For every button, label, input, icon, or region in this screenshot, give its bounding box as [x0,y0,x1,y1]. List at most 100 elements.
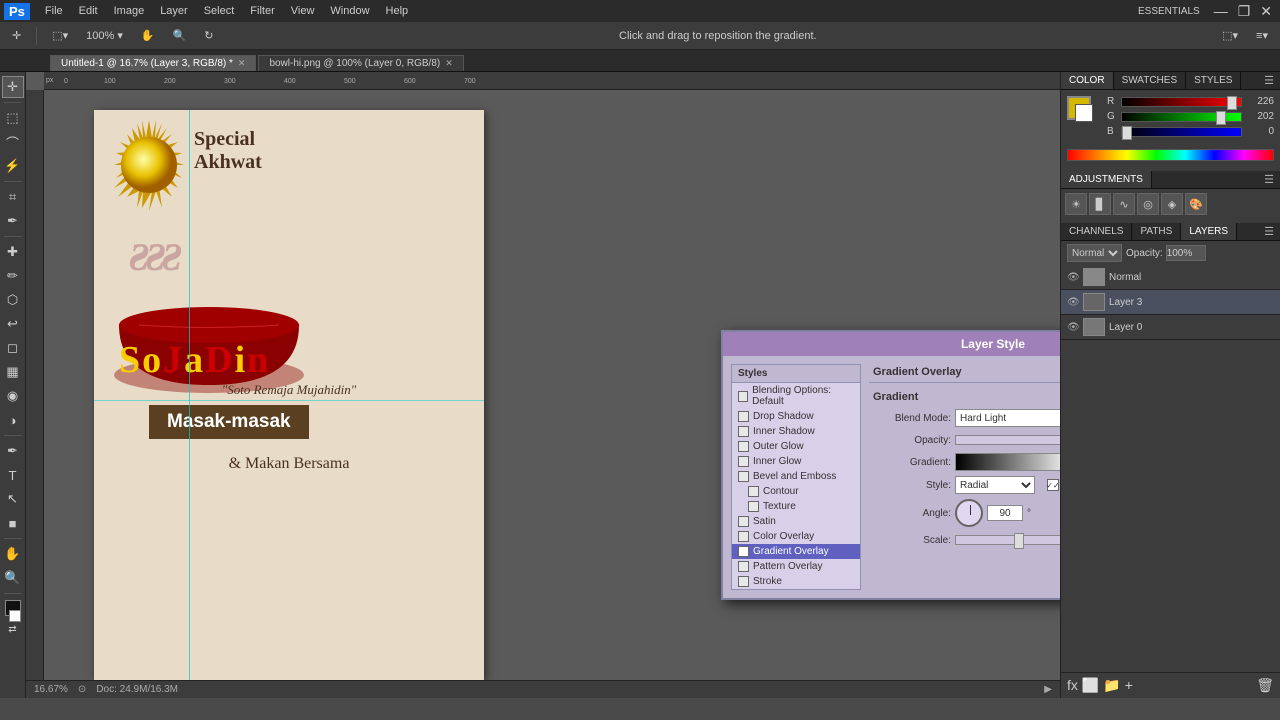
checkbox-inner-glow[interactable] [738,456,749,467]
style-contour[interactable]: Contour [732,484,860,499]
exposure-adj[interactable]: ◎ [1137,193,1159,215]
menu-window[interactable]: Window [323,3,376,19]
checkbox-stroke[interactable] [738,576,749,587]
tab-swatches[interactable]: SWATCHES [1114,72,1187,89]
style-gradient-overlay[interactable]: ✓ Gradient Overlay [732,544,860,559]
menu-image[interactable]: Image [107,3,152,19]
tab-channels[interactable]: CHANNELS [1061,223,1132,240]
create-layer-btn[interactable]: + [1125,677,1133,694]
tab-styles[interactable]: STYLES [1186,72,1241,89]
lasso-tool[interactable]: ⌒ [2,131,24,153]
layers-panel-menu[interactable]: ☰ [1258,223,1280,240]
angle-dial[interactable] [955,499,983,527]
checkbox-blending[interactable] [738,391,748,402]
levels-adj[interactable]: ▊ [1089,193,1111,215]
type-tool[interactable]: T [2,464,24,486]
brightness-adj[interactable]: ☀ [1065,193,1087,215]
adj-panel-menu[interactable]: ☰ [1258,171,1280,188]
menu-help[interactable]: Help [379,3,416,19]
hand-tool[interactable]: ✋ [2,543,24,565]
vibrance-adj[interactable]: ◈ [1161,193,1183,215]
r-slider[interactable] [1121,97,1242,107]
eraser-tool[interactable]: ◻ [2,337,24,359]
rotate-btn[interactable]: ↻ [198,26,219,45]
style-inner-glow[interactable]: Inner Glow [732,454,860,469]
gradient-swatch[interactable] [955,453,1060,471]
gradient-tool[interactable]: ▦ [2,361,24,383]
menu-view[interactable]: View [284,3,322,19]
checkbox-contour[interactable] [748,486,759,497]
pen-tool[interactable]: ✒ [2,440,24,462]
menu-layer[interactable]: Layer [153,3,195,19]
curves-adj[interactable]: ∿ [1113,193,1135,215]
tab-adjustments[interactable]: ADJUSTMENTS [1061,171,1152,188]
tab-close-untitled[interactable]: ✕ [238,58,246,69]
tab-close-bowl[interactable]: ✕ [445,58,453,69]
g-slider[interactable] [1121,112,1242,122]
tab-layers[interactable]: LAYERS [1181,223,1237,240]
color-spectrum[interactable] [1067,149,1274,161]
style-inner-shadow[interactable]: Inner Shadow [732,424,860,439]
checkbox-color-overlay[interactable] [738,531,749,542]
view-mode-btn[interactable]: ⬚▾ [1216,26,1244,45]
style-select[interactable]: LinearRadialAngleReflectedDiamond [955,476,1035,494]
r-thumb[interactable] [1227,96,1237,110]
menu-select[interactable]: Select [197,3,242,19]
style-satin[interactable]: Satin [732,514,860,529]
style-texture[interactable]: Texture [732,499,860,514]
layer-blend-select[interactable]: Normal [1067,244,1122,262]
layer0-eye[interactable]: 👁 [1067,322,1079,333]
add-mask-btn[interactable]: ⬜ [1082,677,1099,694]
background-swatch[interactable] [1075,104,1093,122]
b-thumb[interactable] [1122,126,1132,140]
shape-tool[interactable]: ■ [2,512,24,534]
menu-file[interactable]: File [38,3,70,19]
align-layer-checkbox[interactable]: ✓ [1047,479,1059,491]
hsl-adj[interactable]: 🎨 [1185,193,1207,215]
magic-wand-tool[interactable]: ⚡ [2,155,24,177]
move-tool-btn[interactable]: ✛ [6,26,27,45]
add-layer-style-btn[interactable]: fx [1067,677,1078,694]
checkbox-pattern-overlay[interactable] [738,561,749,572]
checkbox-inner-shadow[interactable] [738,426,749,437]
style-bevel-emboss[interactable]: Bevel and Emboss [732,469,860,484]
menu-edit[interactable]: Edit [72,3,105,19]
minimize-btn[interactable]: — [1210,3,1232,19]
stamp-tool[interactable]: ⬡ [2,289,24,311]
checkbox-texture[interactable] [748,501,759,512]
tab-paths[interactable]: PATHS [1132,223,1181,240]
marquee-tool[interactable]: ⬚ [2,107,24,129]
brush-tool[interactable]: ✏ [2,265,24,287]
opacity-slider[interactable] [955,435,1060,445]
layer-eye[interactable]: 👁 [1067,272,1079,283]
delete-layer-btn[interactable]: 🗑 [1256,677,1274,694]
path-selection-tool[interactable]: ↖ [2,488,24,510]
angle-input[interactable] [987,505,1023,521]
style-color-overlay[interactable]: Color Overlay [732,529,860,544]
extras-btn[interactable]: ≡▾ [1250,26,1274,45]
heal-tool[interactable]: ✚ [2,241,24,263]
tab-bowl[interactable]: bowl-hi.png @ 100% (Layer 0, RGB/8) ✕ [258,55,463,71]
zoom-tool[interactable]: 🔍 [2,567,24,589]
create-group-btn[interactable]: 📁 [1103,677,1120,694]
zoom-tool-btn[interactable]: 🔍 [167,26,193,45]
checkbox-satin[interactable] [738,516,749,527]
checkbox-outer-glow[interactable] [738,441,749,452]
move-tool[interactable]: ✛ [2,76,24,98]
history-brush-tool[interactable]: ↩ [2,313,24,335]
close-btn[interactable]: ✕ [1256,3,1276,20]
b-slider[interactable] [1121,127,1242,137]
checkbox-drop-shadow[interactable] [738,411,749,422]
restore-btn[interactable]: ❐ [1234,3,1255,20]
opacity-panel-input[interactable] [1166,245,1206,261]
layer-row-layer0[interactable]: 👁 Layer 0 [1061,315,1280,340]
style-blending-options[interactable]: Blending Options: Default [732,383,860,409]
tab-untitled[interactable]: Untitled-1 @ 16.7% (Layer 3, RGB/8) * ✕ [50,55,256,71]
scale-thumb[interactable] [1014,533,1024,549]
layer-row-layer3[interactable]: 👁 Layer 3 [1061,290,1280,315]
checkbox-bevel-emboss[interactable] [738,471,749,482]
g-thumb[interactable] [1216,111,1226,125]
checkbox-gradient-overlay[interactable]: ✓ [738,546,749,557]
color-panel-menu[interactable]: ☰ [1258,72,1280,89]
style-pattern-overlay[interactable]: Pattern Overlay [732,559,860,574]
